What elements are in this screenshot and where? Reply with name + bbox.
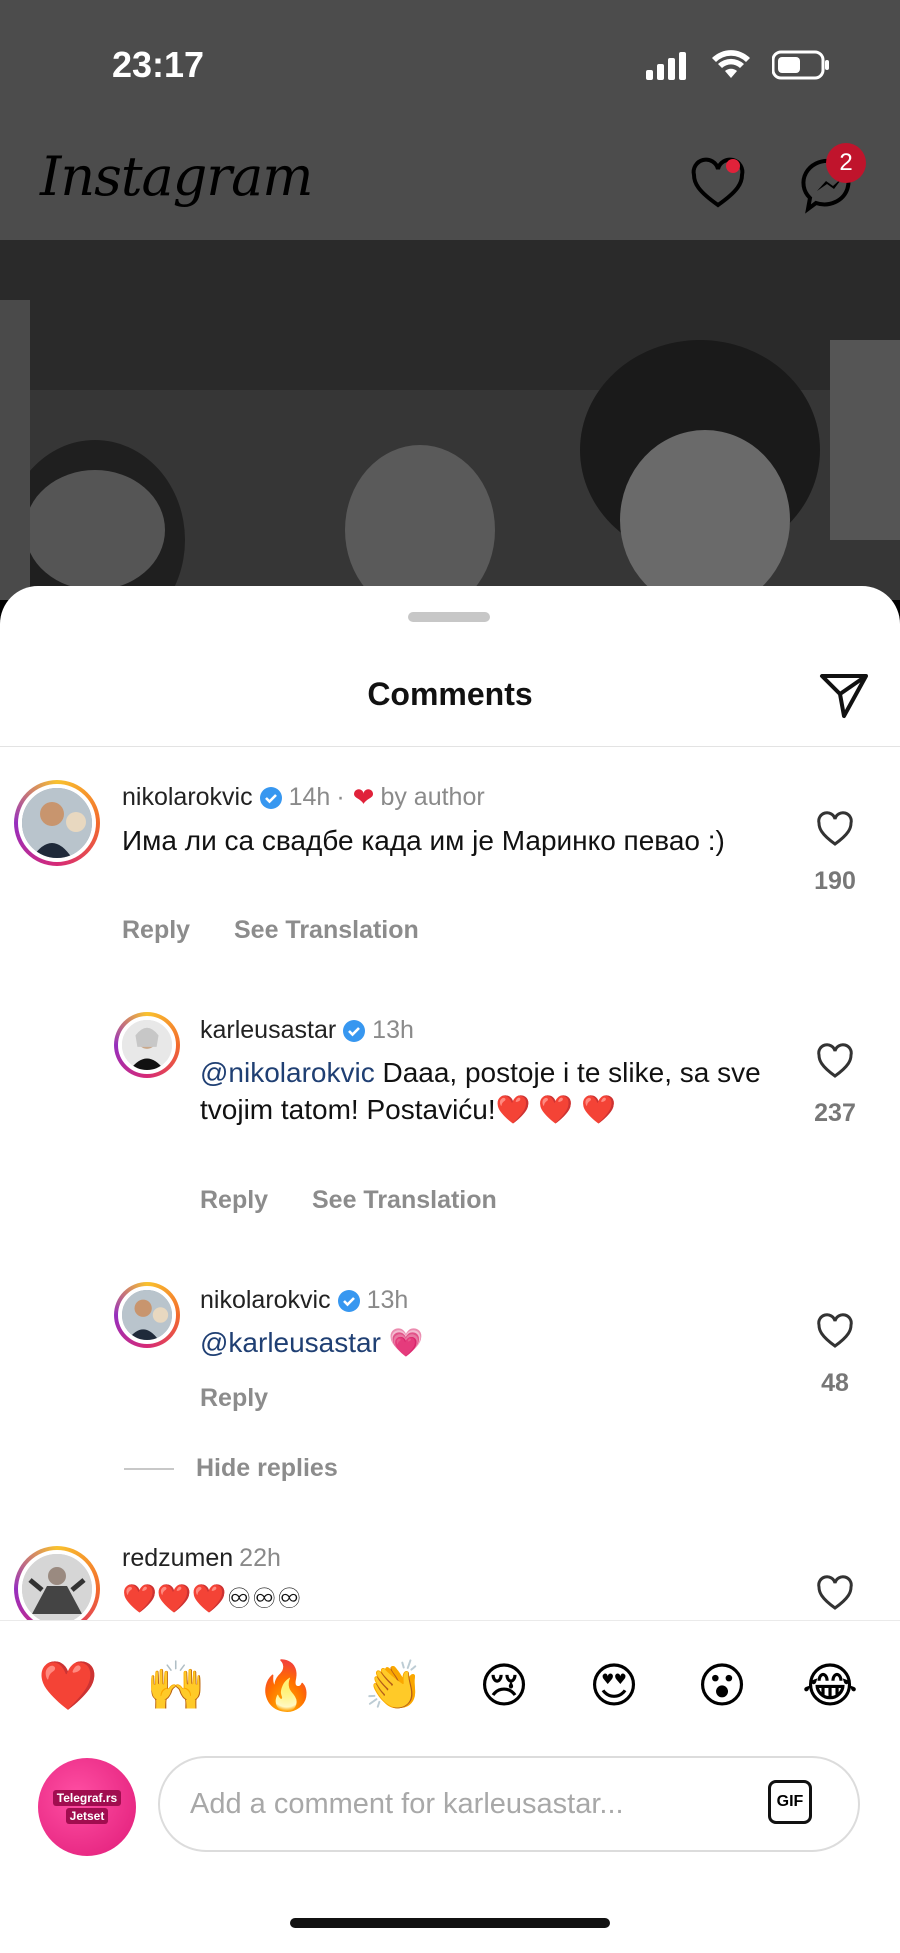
verified-badge-icon <box>337 1289 360 1312</box>
instagram-logo[interactable]: Instagram <box>40 145 313 208</box>
avatar[interactable] <box>14 780 100 866</box>
avatar-label-line2: Jetset <box>65 1808 109 1824</box>
wifi-icon <box>712 50 750 78</box>
avatar-photo <box>122 1290 172 1340</box>
avatar-photo <box>22 788 92 858</box>
reply-button[interactable]: Reply <box>122 916 190 945</box>
comment-input[interactable]: Add a comment for karleusastar... GIF <box>158 1756 860 1852</box>
like-count: 48 <box>821 1369 849 1397</box>
like-column: 190 <box>800 810 870 896</box>
signal-icon <box>646 52 686 80</box>
like-count: 237 <box>814 1099 856 1127</box>
avatar[interactable] <box>114 1282 180 1348</box>
comment-username[interactable]: karleusastar <box>200 1016 336 1045</box>
reply-button[interactable]: Reply <box>200 1384 268 1413</box>
comment-username[interactable]: redzumen <box>122 1544 233 1573</box>
comment-time: 13h <box>366 1286 409 1314</box>
app-header: Instagram 2 <box>0 135 900 240</box>
like-column: 237 <box>800 1042 870 1128</box>
see-translation-button[interactable]: See Translation <box>234 916 419 945</box>
like-count: 190 <box>814 867 856 895</box>
reaction-fire[interactable]: 🔥 <box>256 1657 316 1717</box>
meta-separator: · <box>336 783 345 811</box>
reply-header: nikolarokvic 13h <box>200 1286 408 1315</box>
avatar-label-line1: Telegraf.rs <box>52 1790 122 1806</box>
share-button[interactable] <box>816 668 872 724</box>
like-column <box>800 1574 870 1619</box>
reaction-crying[interactable]: 😢 <box>474 1657 534 1717</box>
home-indicator <box>290 1918 610 1928</box>
gif-button[interactable]: GIF <box>768 1780 812 1824</box>
status-time: 23:17 <box>112 44 205 85</box>
comment-text: @karleusastar 💗 <box>200 1324 770 1361</box>
current-user-avatar: Telegraf.rs Jetset <box>38 1758 136 1856</box>
post-photo <box>0 240 900 600</box>
header-divider <box>0 746 900 747</box>
heart-outline-icon[interactable] <box>815 1042 855 1082</box>
heart-outline-icon[interactable] <box>815 810 855 850</box>
heart-outline-icon[interactable] <box>815 1574 855 1614</box>
reactions-divider <box>0 1620 900 1621</box>
avatar-photo <box>122 1020 172 1070</box>
comment-username[interactable]: nikolarokvic <box>122 783 253 812</box>
mention-link[interactable]: @nikolarokvic <box>200 1057 375 1088</box>
verified-badge-icon <box>259 786 282 809</box>
sheet-grab-handle[interactable] <box>408 612 490 622</box>
reply-header: karleusastar 13h <box>200 1016 414 1045</box>
comment-header: nikolarokvic 14h · ❤ by author <box>122 782 485 813</box>
reply-button[interactable]: Reply <box>200 1186 268 1215</box>
avatar[interactable] <box>114 1012 180 1078</box>
status-icons <box>646 50 830 80</box>
reaction-clap[interactable]: 👏 <box>364 1657 424 1717</box>
paper-plane-icon <box>820 674 868 718</box>
comment-text: Има ли са свадбе када им је Маринко пева… <box>122 825 725 856</box>
sheet-title: Comments <box>367 676 533 712</box>
notification-dot <box>726 159 740 173</box>
reaction-raised-hands[interactable]: 🙌 <box>146 1657 206 1717</box>
comment-text: ❤️❤️❤️♾♾♾ <box>122 1583 302 1614</box>
comment-text: @nikolarokvic Daaa, postoje i te slike, … <box>200 1054 770 1128</box>
comment-time: 14h <box>288 783 331 811</box>
hide-replies-line <box>124 1467 174 1470</box>
comment-username[interactable]: nikolarokvic <box>200 1286 331 1315</box>
like-column: 48 <box>800 1312 870 1398</box>
messenger-button[interactable]: 2 <box>800 143 866 215</box>
comment-time: 13h <box>372 1016 414 1044</box>
liked-by-author-label: by author <box>380 783 485 811</box>
comment-input-placeholder: Add a comment for karleusastar... <box>190 1788 624 1820</box>
comment-body: 💗 <box>380 1327 424 1358</box>
see-translation-button[interactable]: See Translation <box>312 1186 497 1215</box>
verified-badge-icon <box>343 1019 366 1042</box>
author-liked-heart-icon: ❤ <box>352 782 375 812</box>
avatar-photo <box>22 1554 92 1624</box>
post-photo-image <box>0 240 900 600</box>
status-bar: 23:17 <box>0 0 900 135</box>
comment-header: redzumen 22h <box>122 1544 281 1573</box>
reaction-surprised[interactable]: 😮 <box>692 1657 752 1717</box>
reaction-laughing[interactable]: 😂 <box>800 1657 860 1717</box>
messages-badge: 2 <box>826 143 866 183</box>
activity-button[interactable] <box>688 155 748 215</box>
hide-replies-label: Hide replies <box>196 1454 338 1482</box>
reaction-heart[interactable]: ❤️ <box>38 1657 98 1717</box>
comment-time: 22h <box>239 1544 281 1572</box>
heart-outline-icon[interactable] <box>815 1312 855 1352</box>
hide-replies-button[interactable]: Hide replies <box>124 1454 338 1483</box>
mention-link[interactable]: @karleusastar <box>200 1327 381 1358</box>
reaction-heart-eyes[interactable]: 😍 <box>584 1657 644 1717</box>
battery-icon <box>772 50 829 80</box>
